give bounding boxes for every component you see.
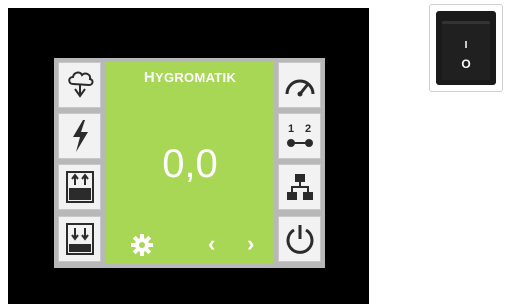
drain-down-icon xyxy=(65,223,94,255)
touch-screen: HYGROMATIK 0,0 ‹ › 1 2 xyxy=(54,58,325,268)
network-icon xyxy=(286,174,313,200)
network-button[interactable] xyxy=(278,164,321,210)
switch-on-mark: I xyxy=(464,40,468,51)
fill-button[interactable] xyxy=(58,164,101,210)
switch-off-mark: O xyxy=(461,57,471,71)
gauge-button[interactable] xyxy=(278,62,321,108)
channel-1-2-icon: 1 2 xyxy=(286,123,313,147)
controller-device: HYGROMATIK 0,0 ‹ › 1 2 xyxy=(8,8,369,304)
next-page-button[interactable]: › xyxy=(247,232,254,256)
channel-button[interactable]: 1 2 xyxy=(278,113,321,159)
channel-label-1: 1 xyxy=(288,123,294,135)
gauge-icon xyxy=(285,79,314,97)
power-supply-button[interactable] xyxy=(58,113,101,159)
lightning-bolt-icon xyxy=(72,120,88,152)
rocker-housing: I O xyxy=(436,11,496,85)
brand-logo: HYGROMATIK xyxy=(143,69,237,86)
humidifier-cloud-icon xyxy=(67,71,93,98)
settings-button[interactable] xyxy=(131,234,153,261)
rocker-paddle[interactable]: I O xyxy=(442,21,490,80)
drain-button[interactable] xyxy=(58,216,101,262)
gear-icon xyxy=(131,234,153,256)
bottom-bar: ‹ › xyxy=(106,232,274,258)
rocker-power-switch[interactable]: I O xyxy=(429,4,503,92)
power-button[interactable] xyxy=(278,216,321,262)
main-display-panel: HYGROMATIK 0,0 ‹ › xyxy=(106,62,274,264)
power-icon xyxy=(286,225,313,254)
humidifier-button[interactable] xyxy=(58,62,101,108)
previous-page-button[interactable]: ‹ xyxy=(208,232,215,256)
channel-label-2: 2 xyxy=(305,123,311,135)
fill-up-icon xyxy=(65,171,94,203)
output-value: 0,0 xyxy=(162,142,218,186)
